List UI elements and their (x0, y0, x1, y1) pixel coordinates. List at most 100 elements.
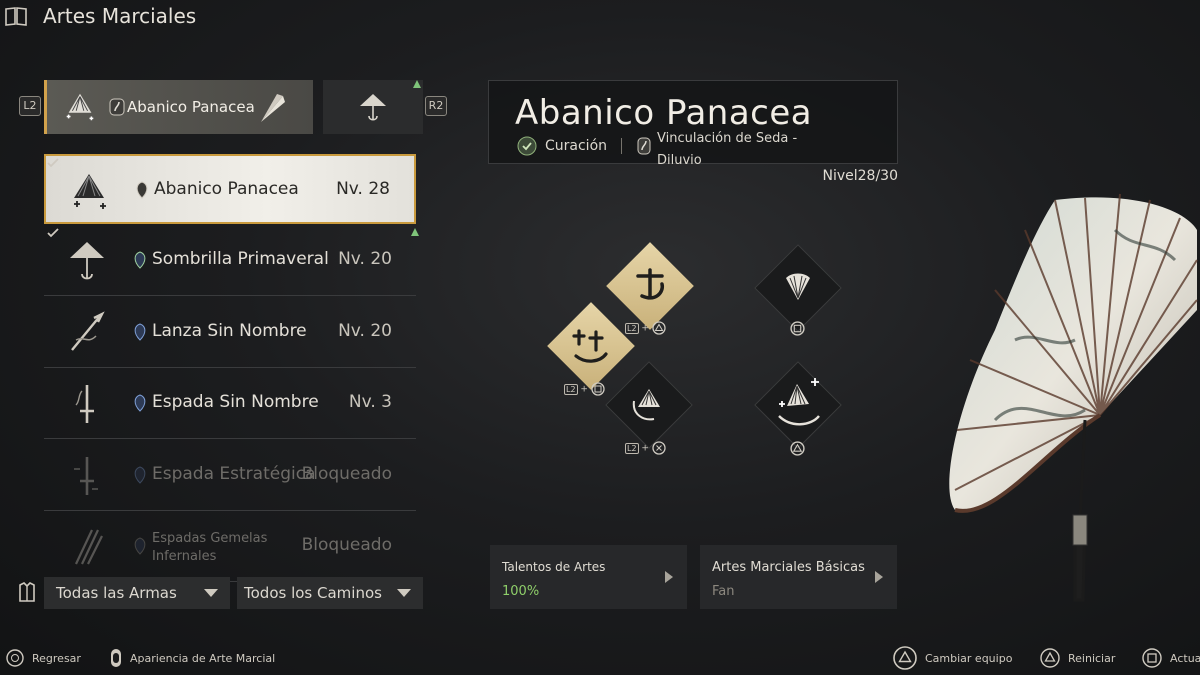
path-badge-icon (134, 323, 146, 341)
weapon-row[interactable]: Abanico Panacea Nv. 28 (44, 154, 416, 224)
level-label: Nivel (822, 168, 858, 184)
l2-shoulder-button[interactable]: L2 (19, 96, 41, 116)
r2-shoulder-button[interactable]: R2 (425, 96, 447, 116)
basic-arts-card[interactable]: Artes Marciales Básicas Fan (700, 545, 897, 609)
sword-icon (75, 385, 94, 423)
fan-artwork-image (949, 193, 1198, 602)
equipped-weapon-slot-1[interactable]: Abanico Panacea (44, 80, 313, 134)
weapon-level: Nv. 28 (336, 179, 390, 199)
weapon-level: Nv. 20 (338, 249, 392, 269)
l2-label: L2 (625, 322, 639, 334)
fan-skill-icon (632, 389, 660, 421)
weapon-detail-panel: Abanico Panacea Curación Vinculación de … (488, 80, 898, 168)
chevron-down-icon (204, 589, 218, 597)
weapon-role: Curación (545, 138, 608, 154)
umbrella-icon (70, 242, 104, 280)
path-badge-icon (134, 394, 146, 412)
skill-combo-l2-triangle: L2 + (625, 321, 666, 337)
square-button-icon (1142, 648, 1162, 668)
weapon-name: Espadas Gemelas Infernales (152, 531, 268, 564)
strategic-sword-icon (74, 457, 98, 495)
header-bar: Artes Marciales (0, 0, 400, 36)
weapon-row[interactable]: Espada Sin Nombre Nv. 3 (44, 369, 416, 439)
weapon-level: Nv. 20 (338, 321, 392, 341)
weapon-filter-dropdown[interactable]: Todas las Armas (44, 577, 230, 609)
hint-back-label: Regresar (32, 651, 81, 665)
hint-reset[interactable]: Reiniciar (1040, 646, 1115, 670)
armor-filter-icon (19, 582, 35, 602)
path-badge-icon (637, 137, 651, 155)
weapon-level: Bloqueado (301, 535, 392, 555)
hint-appearance[interactable]: Apariencia de Arte Marcial (110, 646, 275, 670)
path-filter-label: Todos los Caminos (244, 584, 382, 602)
weapon-row[interactable]: Sombrilla Primaveral Nv. 20 (44, 226, 416, 296)
path-badge-icon (134, 466, 146, 484)
skill-combo-l2-cross: L2 + (625, 441, 666, 457)
controls-hint-bar: Regresar Apariencia de Arte Marcial Camb… (0, 640, 1200, 675)
healing-icon (517, 136, 537, 156)
triangle-button-icon (1040, 648, 1060, 668)
weapon-detail-name: Abanico Panacea (515, 93, 813, 133)
hint-reset-label: Reiniciar (1068, 651, 1116, 665)
skill-glyph-icon (636, 268, 665, 300)
umbrella-icon (360, 94, 386, 121)
tag-divider (621, 138, 622, 154)
page-title: Artes Marciales (43, 4, 197, 28)
basic-arts-title: Artes Marciales Básicas (712, 560, 865, 575)
upgrade-arrow-icon (411, 228, 419, 236)
touchpad-icon (111, 649, 121, 667)
triangle-button-icon (652, 321, 666, 335)
weapon-level: Nivel28/30 (822, 168, 898, 184)
talents-card[interactable]: Talentos de Artes 100% (490, 545, 687, 609)
hint-update[interactable]: Actual (1142, 646, 1200, 670)
circle-button-icon (6, 649, 24, 667)
weapon-level: Nv. 3 (348, 392, 392, 412)
path-filter-dropdown[interactable]: Todos los Caminos (237, 577, 423, 609)
hint-change-equipment[interactable]: Cambiar equipo (893, 646, 1012, 670)
triangle-button-icon (790, 441, 805, 456)
square-button-icon (591, 382, 605, 396)
triangle-button-icon (893, 646, 917, 670)
weapon-filter-label: Todas las Armas (56, 584, 177, 602)
fan-skill-icon (786, 273, 810, 300)
spear-icon (71, 311, 105, 351)
hint-back[interactable]: Regresar (6, 646, 81, 670)
book-icon (5, 7, 27, 26)
upgrade-arrow-icon (413, 80, 421, 88)
weapon-name: Lanza Sin Nombre (152, 321, 307, 341)
weapon-row[interactable]: Espada Estratégica Bloqueado (44, 441, 416, 511)
plus-label: + (641, 323, 649, 334)
l2-label: L2 (625, 442, 639, 454)
fan-icon (74, 174, 106, 209)
chevron-right-icon (875, 571, 883, 583)
weapon-path: Vinculación de Seda - Diluvio (657, 131, 798, 168)
basic-arts-value: Fan (712, 584, 735, 599)
cross-button-icon (652, 441, 666, 455)
weapon-name: Abanico Panacea (154, 179, 299, 199)
checkmark-icon (47, 228, 59, 238)
weapon-name: Espada Estratégica (152, 464, 316, 484)
checkmark-icon (47, 158, 59, 168)
path-badge-icon (136, 181, 148, 199)
path-badge-icon (109, 98, 125, 116)
hint-change-label: Cambiar equipo (925, 651, 1013, 665)
fan-heal-icon (66, 93, 94, 121)
skill-glyph-icon (572, 329, 608, 363)
path-badge-icon (134, 251, 146, 269)
chevron-down-icon (397, 589, 411, 597)
weapon-row[interactable]: Lanza Sin Nombre Nv. 20 (44, 298, 416, 368)
weapon-name: Sombrilla Primaveral (152, 249, 329, 269)
chevron-right-icon (665, 571, 673, 583)
weapon-level: Bloqueado (301, 464, 392, 484)
fan-heal-skill-icon (778, 378, 820, 426)
twin-swords-icon (75, 529, 103, 565)
hint-appearance-label: Apariencia de Arte Marcial (130, 651, 276, 665)
plus-label: + (641, 443, 649, 454)
weapon-name: Espada Sin Nombre (152, 392, 319, 412)
equipped-weapon-slot-2[interactable] (323, 80, 423, 134)
equipped-weapon-name: Abanico Panacea (127, 98, 255, 116)
talents-value: 100% (502, 584, 540, 599)
weapon-row[interactable]: Espadas Gemelas Infernales Bloqueado (44, 512, 416, 582)
skill-combo-l2-square: L2 + (564, 382, 605, 398)
talents-title: Talentos de Artes (502, 560, 606, 574)
